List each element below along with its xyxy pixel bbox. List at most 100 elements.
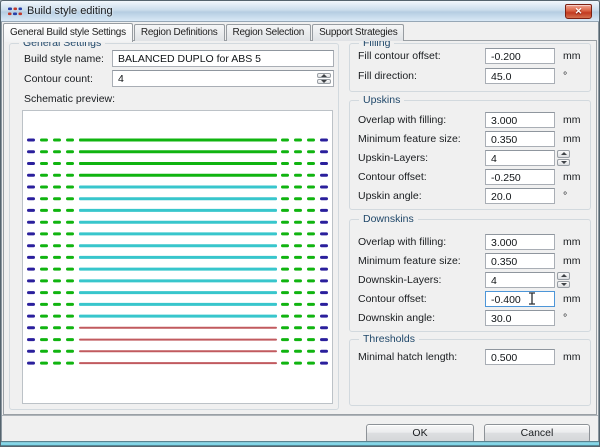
filling-fill-contour-offset-input[interactable]: -0.200 [485,48,555,64]
preview-line-segment [66,197,74,200]
preview-line-segment [79,350,277,352]
preview-line-segment [27,303,35,306]
titlebar: Build style editing ✕ [1,1,599,22]
preview-line-segment [307,268,315,271]
preview-line-segment [66,279,74,282]
preview-line-segment [66,338,74,341]
preview-line-segment [320,338,328,341]
thresholds-minimal-hatch-length-input[interactable]: 0.500 [485,349,555,365]
preview-line-segment [307,186,315,189]
preview-line-segment [53,303,61,306]
preview-line-segment [27,209,35,212]
preview-line-segment [40,315,48,318]
upskins-contour-offset-input[interactable]: -0.250 [485,169,555,185]
upskins-overlap-with-filling-input[interactable]: 3.000 [485,112,555,128]
preview-line-segment [281,232,289,235]
preview-line-segment [320,303,328,306]
preview-line-segment [79,291,277,294]
tab-general-build-style-settings[interactable]: General Build style Settings [3,23,133,42]
contour-count-spin-down-button[interactable] [317,79,331,84]
preview-line-segment [307,338,315,341]
chevron-down-icon [561,283,567,286]
upskins-overlap-with-filling-unit: mm [563,114,581,126]
tab-region-selection[interactable]: Region Selection [226,24,312,41]
preview-line-segment [294,197,302,200]
preview-line-segment [320,256,328,259]
preview-line-segment [27,362,35,365]
preview-line-segment [40,186,48,189]
preview-line-segment [307,362,315,365]
preview-line-segment [307,162,315,165]
preview-line-segment [320,174,328,177]
downskins-contour-offset-unit: mm [563,293,581,305]
close-button[interactable]: ✕ [565,4,592,19]
preview-line-segment [27,139,35,142]
preview-line-segment [79,209,277,212]
preview-line-segment [66,139,74,142]
preview-line-segment [294,303,302,306]
preview-line-segment [79,221,277,224]
preview-line-segment [79,174,277,177]
preview-line-segment [307,291,315,294]
preview-line-segment [27,326,35,329]
preview-line-segment [53,256,61,259]
upskins-upskin-layers-label: Upskin-Layers: [358,152,428,164]
downskins-contour-offset-input[interactable]: -0.400 [485,291,555,307]
preview-line-segment [294,221,302,224]
upskins-minimum-feature-size-input[interactable]: 0.350 [485,131,555,147]
preview-line-segment [307,232,315,235]
downskins-downskin-layers-spin-down-button[interactable] [557,281,570,289]
group-label-downskins: Downskins [359,213,418,225]
preview-line-segment [294,362,302,365]
tab-support-strategies[interactable]: Support Strategies [312,24,404,41]
preview-line-segment [281,362,289,365]
contour-count-input[interactable]: 4 [112,70,334,87]
filling-fill-direction-unit: ° [563,70,567,82]
downskins-overlap-with-filling-input[interactable]: 3.000 [485,234,555,250]
upskins-contour-offset-unit: mm [563,171,581,183]
upskins-overlap-with-filling-value: 3.000 [491,115,517,127]
preview-line-segment [27,150,35,153]
preview-line-segment [281,150,289,153]
preview-line-segment [27,232,35,235]
downskins-minimum-feature-size-label: Minimum feature size: [358,255,461,267]
preview-line-segment [320,362,328,365]
downskins-downskin-layers-spin-up-button[interactable] [557,272,570,280]
preview-line-segment [66,326,74,329]
preview-line-segment [294,150,302,153]
window-title: Build style editing [27,5,113,17]
downskins-downskin-angle-input[interactable]: 30.0 [485,310,555,326]
preview-line-segment [320,350,328,353]
preview-line-segment [79,279,277,282]
build-style-name-input[interactable]: BALANCED DUPLO for ABS 5 [112,50,334,67]
preview-line-segment [320,221,328,224]
upskins-minimum-feature-size-label: Minimum feature size: [358,133,461,145]
preview-line-segment [307,150,315,153]
tab-region-definitions[interactable]: Region Definitions [134,24,225,41]
preview-line-segment [40,326,48,329]
upskins-upskin-layers-input[interactable]: 4 [485,150,555,166]
upskins-upskin-layers-spin-up-button[interactable] [557,150,570,158]
preview-line-segment [66,232,74,235]
downskins-downskin-layers-value: 4 [491,275,497,287]
preview-line-segment [27,162,35,165]
group-filling: FillingFill contour offset:-0.200mmFill … [349,43,591,92]
upskins-upskin-layers-spin-down-button[interactable] [557,159,570,167]
downskins-minimum-feature-size-input[interactable]: 0.350 [485,253,555,269]
preview-line-segment [66,244,74,247]
preview-line-segment [307,326,315,329]
preview-line-segment [320,197,328,200]
preview-line-segment [294,232,302,235]
preview-line-segment [281,162,289,165]
filling-fill-direction-input[interactable]: 45.0 [485,68,555,84]
filling-fill-contour-offset-value: -0.200 [491,51,521,63]
app-icon [8,5,22,18]
contour-count-spin-up-button[interactable] [317,73,331,78]
filling-fill-contour-offset-label: Fill contour offset: [358,50,441,62]
preview-line-segment [307,256,315,259]
preview-line-segment [79,150,277,153]
preview-line-segment [27,256,35,259]
group-downskins: DownskinsOverlap with filling:3.000mmMin… [349,219,591,332]
upskins-upskin-angle-input[interactable]: 20.0 [485,188,555,204]
downskins-downskin-layers-input[interactable]: 4 [485,272,555,288]
